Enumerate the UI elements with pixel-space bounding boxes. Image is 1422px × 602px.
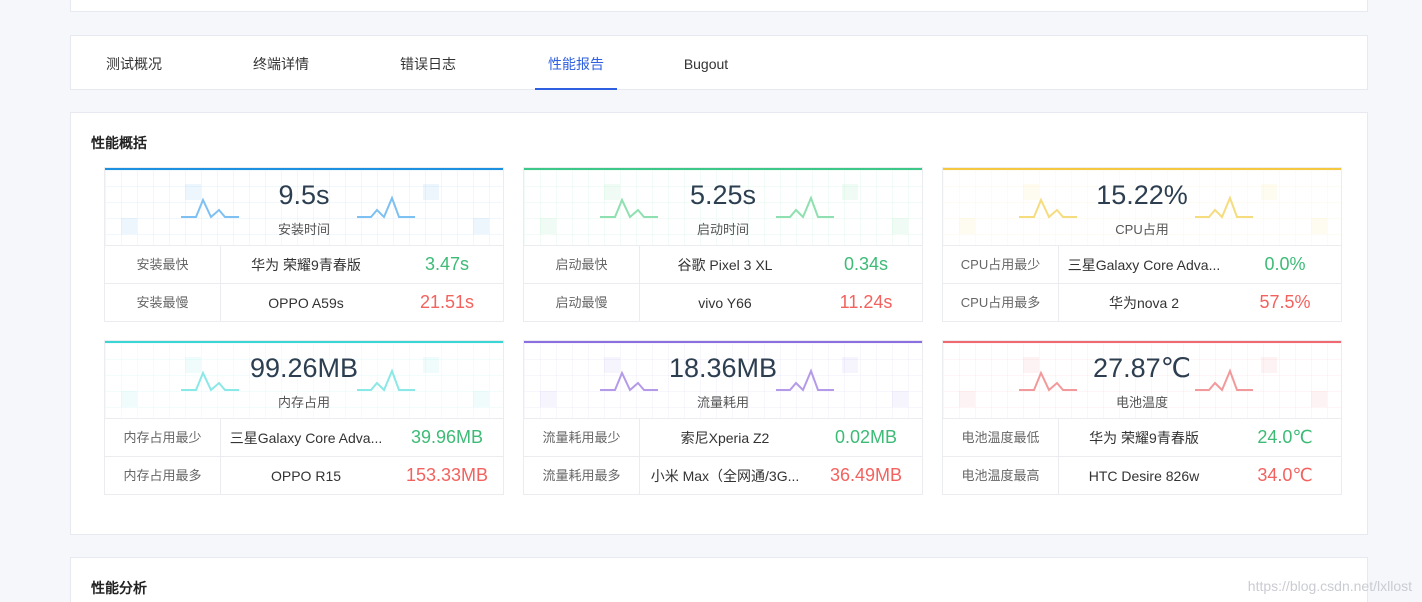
metric-label: 电池温度 bbox=[1115, 395, 1168, 410]
metric-value: 27.87℃ bbox=[1093, 353, 1191, 383]
row-value: 0.02MB bbox=[834, 427, 898, 447]
worst-row: 电池温度最高 HTC Desire 826w 34.0℃ bbox=[943, 456, 1341, 494]
row-label: CPU占用最多 bbox=[943, 284, 1059, 321]
metric-label: 启动时间 bbox=[696, 222, 749, 237]
metric-value: 5.25s bbox=[689, 180, 757, 210]
worst-row: 安装最慢 OPPO A59s 21.51s bbox=[105, 283, 503, 321]
metric-label: 安装时间 bbox=[277, 222, 330, 237]
row-value: 153.33MB bbox=[405, 465, 489, 485]
metric-value: 15.22% bbox=[1096, 180, 1188, 210]
row-value: 3.47s bbox=[424, 254, 470, 274]
metric-header: 99.26MB 内存占用 bbox=[105, 341, 503, 418]
row-label: 内存占用最多 bbox=[105, 457, 221, 494]
metric-header: 15.22% CPU占用 bbox=[943, 168, 1341, 245]
row-value: 34.0℃ bbox=[1257, 465, 1313, 485]
metric-card-install-time: 9.5s 安装时间安装最快 华为 荣耀9青春版 3.47s 安装最慢 OPPO A59s 2… bbox=[104, 167, 504, 322]
tab-bugout[interactable]: Bugout bbox=[682, 36, 730, 90]
metric-label: CPU占用 bbox=[1115, 222, 1169, 237]
row-value: 36.49MB bbox=[829, 465, 903, 485]
worst-row: 启动最慢 vivo Y66 11.24s bbox=[524, 283, 922, 321]
metric-label: 内存占用 bbox=[277, 395, 330, 410]
report-tabs: 测试概况 终端详情 错误日志 性能报告 Bugout bbox=[70, 35, 1368, 90]
watermark: https://blog.csdn.net/lxllost bbox=[1247, 578, 1412, 594]
device-name: OPPO A59s bbox=[268, 294, 344, 311]
device-name: 三星Galaxy Core Adva... bbox=[1067, 256, 1221, 273]
metric-value: 99.26MB bbox=[249, 353, 359, 383]
best-row: CPU占用最少 三星Galaxy Core Adva... 0.0% bbox=[943, 245, 1341, 283]
row-label: 内存占用最少 bbox=[105, 419, 221, 456]
worst-row: 流量耗用最多 小米 Max（全网通/3G... 36.49MB bbox=[524, 456, 922, 494]
device-name: 谷歌 Pixel 3 XL bbox=[677, 256, 773, 273]
row-label: 安装最快 bbox=[105, 246, 221, 283]
metric-card-battery-temp: 27.87℃ 电池温度电池温度最低 华为 荣耀9青春版 24.0℃ 电池温度最高 HTC … bbox=[942, 340, 1342, 495]
row-value: 0.34s bbox=[843, 254, 889, 274]
metric-header: 9.5s 安装时间 bbox=[105, 168, 503, 245]
top-panel bbox=[70, 0, 1368, 12]
row-label: 流量耗用最多 bbox=[524, 457, 640, 494]
metric-header: 5.25s 启动时间 bbox=[524, 168, 922, 245]
row-value: 0.0% bbox=[1264, 254, 1306, 274]
best-row: 启动最快 谷歌 Pixel 3 XL 0.34s bbox=[524, 245, 922, 283]
row-label: 启动最快 bbox=[524, 246, 640, 283]
best-row: 流量耗用最少 索尼Xperia Z2 0.02MB bbox=[524, 418, 922, 456]
best-row: 安装最快 华为 荣耀9青春版 3.47s bbox=[105, 245, 503, 283]
device-name: 三星Galaxy Core Adva... bbox=[229, 429, 383, 446]
row-label: 电池温度最低 bbox=[943, 419, 1059, 456]
metric-label: 流量耗用 bbox=[696, 395, 749, 410]
metric-header: 18.36MB 流量耗用 bbox=[524, 341, 922, 418]
row-value: 21.51s bbox=[419, 292, 475, 312]
metric-card-memory-usage: 99.26MB 内存占用内存占用最少 三星Galaxy Core Adva... 39… bbox=[104, 340, 504, 495]
row-label: CPU占用最少 bbox=[943, 246, 1059, 283]
section-title-analysis: 性能分析 bbox=[91, 580, 147, 596]
device-name: 小米 Max（全网通/3G... bbox=[650, 467, 800, 484]
row-label: 电池温度最高 bbox=[943, 457, 1059, 494]
device-name: 华为 荣耀9青春版 bbox=[1089, 429, 1199, 446]
row-label: 流量耗用最少 bbox=[524, 419, 640, 456]
row-value: 11.24s bbox=[839, 292, 893, 312]
metric-value: 18.36MB bbox=[668, 353, 778, 383]
tab-error-log[interactable]: 错误日志 bbox=[399, 36, 457, 90]
device-name: HTC Desire 826w bbox=[1088, 467, 1200, 484]
metric-card-cpu-usage: 15.22% CPU占用 CPU占用最少 三星Galaxy Core Adva... 0… bbox=[942, 167, 1342, 322]
performance-overview-panel: 性能概括 9.5s 安装时间 安装最快 华为 荣耀9青春版 3.47s 安装最慢 OPPO … bbox=[70, 112, 1368, 535]
row-value: 39.96MB bbox=[410, 427, 484, 447]
device-name: vivo Y66 bbox=[698, 294, 752, 311]
device-name: 华为nova 2 bbox=[1108, 294, 1180, 311]
metric-value: 9.5s bbox=[278, 180, 330, 210]
row-value: 24.0℃ bbox=[1257, 427, 1313, 447]
row-label: 安装最慢 bbox=[105, 284, 221, 321]
metric-card-launch-time: 5.25s 启动时间启动最快 谷歌 Pixel 3 XL 0.34s 启动最慢 vivo … bbox=[523, 167, 923, 322]
device-name: 华为 荣耀9青春版 bbox=[251, 256, 361, 273]
best-row: 电池温度最低 华为 荣耀9青春版 24.0℃ bbox=[943, 418, 1341, 456]
section-title-overview: 性能概括 bbox=[91, 135, 147, 151]
tab-performance-report[interactable]: 性能报告 bbox=[535, 36, 617, 90]
metric-header: 27.87℃ 电池温度 bbox=[943, 341, 1341, 418]
row-label: 启动最慢 bbox=[524, 284, 640, 321]
tab-test-overview[interactable]: 测试概况 bbox=[105, 36, 163, 90]
best-row: 内存占用最少 三星Galaxy Core Adva... 39.96MB bbox=[105, 418, 503, 456]
device-name: OPPO R15 bbox=[270, 467, 342, 484]
worst-row: CPU占用最多 华为nova 2 57.5% bbox=[943, 283, 1341, 321]
device-name: 索尼Xperia Z2 bbox=[680, 429, 770, 446]
performance-analysis-panel: 性能分析 bbox=[70, 557, 1368, 602]
worst-row: 内存占用最多 OPPO R15 153.33MB bbox=[105, 456, 503, 494]
row-value: 57.5% bbox=[1259, 292, 1311, 312]
tab-device-details[interactable]: 终端详情 bbox=[252, 36, 310, 90]
metric-card-traffic-usage: 18.36MB 流量耗用流量耗用最少 索尼Xperia Z2 0.02MB 流量耗用最多… bbox=[523, 340, 923, 495]
